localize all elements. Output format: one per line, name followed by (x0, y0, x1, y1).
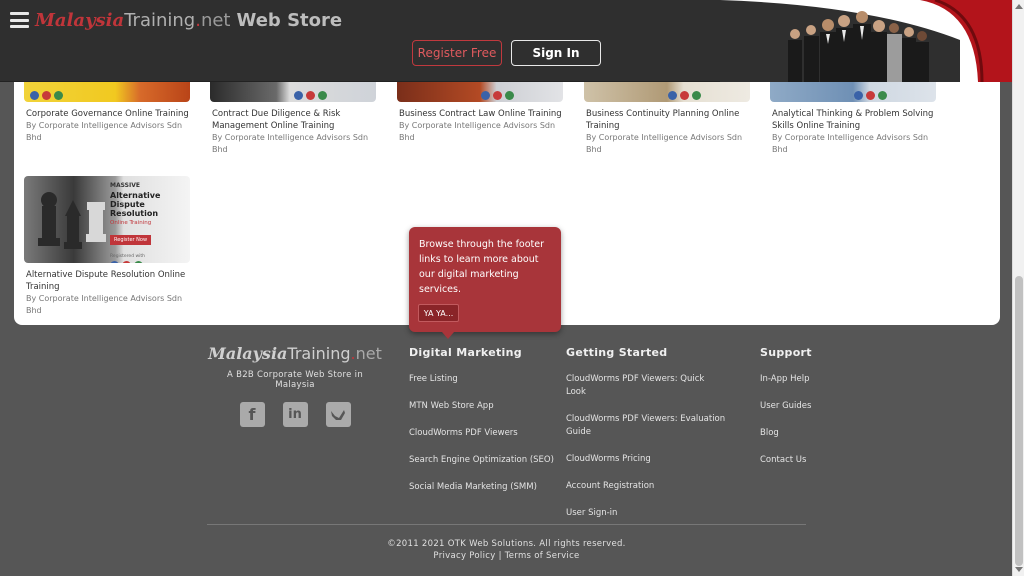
footer-heading: Support (760, 346, 812, 359)
accreditation-logos (854, 91, 887, 100)
register-free-button[interactable]: Register Free (412, 40, 502, 66)
footer-link-free-listing[interactable]: Free Listing (409, 373, 559, 386)
tooltip-message: Browse through the footer links to learn… (419, 239, 545, 295)
footer-col-digital-marketing: Digital Marketing Free Listing MTN Web S… (409, 346, 559, 508)
footer-link-cloudworms-pdf-viewers[interactable]: CloudWorms PDF Viewers (409, 427, 559, 440)
scroll-down-arrow-icon[interactable] (1015, 567, 1023, 572)
scroll-up-arrow-icon[interactable] (1015, 4, 1023, 9)
course-title[interactable]: Business Contract Law Online Training (397, 108, 565, 120)
sign-in-button[interactable]: Sign In (511, 40, 601, 66)
footer-link-quick-look[interactable]: CloudWorms PDF Viewers: Quick Look (566, 373, 726, 399)
legal-links: Privacy Policy | Terms of Service (207, 551, 806, 561)
course-author: By Corporate Intelligence Advisors Sdn B… (26, 294, 183, 315)
footer-col-support: Support In-App Help User Guides Blog Con… (760, 346, 860, 481)
terms-of-service-link[interactable]: Terms of Service (505, 551, 580, 561)
course-author: By Corporate Intelligence Advisors Sdn B… (26, 121, 183, 142)
footer-link-evaluation-guide[interactable]: CloudWorms PDF Viewers: Evaluation Guide (566, 413, 726, 439)
social-links: f in (207, 402, 383, 427)
course-title[interactable]: Analytical Thinking & Problem Solving Sk… (770, 108, 938, 132)
privacy-policy-link[interactable]: Privacy Policy (433, 551, 495, 561)
course-author: By Corporate Intelligence Advisors Sdn B… (399, 121, 556, 142)
accreditation-logos (481, 91, 514, 100)
course-author: By Corporate Intelligence Advisors Sdn B… (212, 133, 369, 154)
accreditation-logos (30, 91, 63, 100)
tooltip-dismiss-button[interactable]: YA YA... (418, 304, 459, 322)
footer-link-mtn-web-store-app[interactable]: MTN Web Store App (409, 400, 559, 413)
footer-link-user-guides[interactable]: User Guides (760, 400, 860, 413)
footer-heading: Getting Started (566, 346, 668, 359)
footer-divider (207, 524, 806, 525)
course-title[interactable]: Corporate Governance Online Training (24, 108, 192, 120)
chess-pieces-image (38, 192, 106, 249)
footer-link-in-app-help[interactable]: In-App Help (760, 373, 860, 386)
page-scrollbar[interactable] (1012, 0, 1024, 576)
footer-brand: MalaysiaTraining.net A B2B Corporate Web… (207, 344, 383, 427)
accreditation-logos (668, 91, 701, 100)
onboarding-tooltip: Browse through the footer links to learn… (409, 227, 561, 339)
accreditation-logos (294, 91, 327, 100)
course-title[interactable]: Alternative Dispute Resolution Online Tr… (24, 269, 192, 293)
facebook-icon[interactable]: f (239, 402, 265, 427)
top-header: MalaysiaTraining.net Web Store Register F… (0, 0, 1012, 82)
thumbnail-caption: MASSIVE Alternative Dispute Resolution O… (110, 182, 186, 263)
footer-link-smm[interactable]: Social Media Marketing (SMM) (409, 481, 559, 494)
course-title[interactable]: Business Continuity Planning Online Trai… (584, 108, 752, 132)
course-card[interactable]: MASSIVE Alternative Dispute Resolution O… (24, 176, 192, 317)
scroll-thumb[interactable] (1015, 276, 1023, 566)
legal-separator: | (495, 551, 505, 561)
footer-link-pricing[interactable]: CloudWorms Pricing (566, 453, 726, 466)
footer-link-account-registration[interactable]: Account Registration (566, 480, 726, 493)
menu-icon[interactable] (10, 12, 29, 28)
business-people-banner (720, 0, 1012, 82)
course-author: By Corporate Intelligence Advisors Sdn B… (586, 133, 743, 154)
tooltip-pointer (442, 332, 454, 339)
twitter-icon[interactable] (325, 402, 351, 427)
footer-link-contact-us[interactable]: Contact Us (760, 454, 860, 467)
footer-link-seo[interactable]: Search Engine Optimization (SEO) (409, 454, 559, 467)
footer-tagline: A B2B Corporate Web Store in Malaysia (226, 370, 364, 390)
accreditation-logos (110, 261, 186, 263)
course-thumbnail[interactable]: MASSIVE Alternative Dispute Resolution O… (24, 176, 190, 263)
footer-logo[interactable]: MalaysiaTraining.net (207, 344, 383, 363)
footer-link-blog[interactable]: Blog (760, 427, 860, 440)
site-logo[interactable]: MalaysiaTraining.net Web Store (35, 10, 342, 31)
linkedin-icon[interactable]: in (282, 402, 308, 427)
footer-link-user-sign-in[interactable]: User Sign-in (566, 507, 726, 520)
course-title[interactable]: Contract Due Diligence & Risk Management… (210, 108, 378, 132)
footer-col-getting-started: Getting Started CloudWorms PDF Viewers: … (566, 346, 726, 534)
course-author: By Corporate Intelligence Advisors Sdn B… (772, 133, 929, 154)
copyright-text: ©2011 2021 OTK Web Solutions. All rights… (387, 539, 626, 549)
footer-heading: Digital Marketing (409, 346, 522, 359)
